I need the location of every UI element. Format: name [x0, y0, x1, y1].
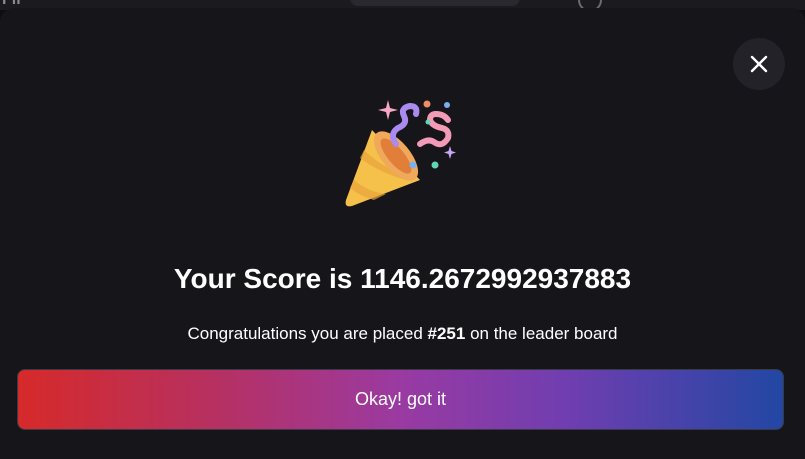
message-prefix: Congratulations you are placed [187, 324, 428, 343]
party-popper-icon [345, 100, 456, 207]
close-icon [750, 55, 768, 73]
close-button[interactable] [733, 38, 785, 90]
rank-value: #251 [427, 324, 466, 343]
score-heading: Your Score is 1146.2672992937883 [173, 263, 632, 294]
placement-message: Congratulations you are placed #251 on t… [0, 324, 805, 344]
page-backdrop: Fil [0, 0, 805, 459]
ok-button-label: Okay! got it [354, 389, 447, 409]
background-search-pill [350, 0, 520, 6]
ok-button[interactable]: Okay! got it [17, 369, 784, 430]
message-suffix: on the leader board [465, 324, 618, 343]
score-dialog: Your Score is 1146.2672992937883 Congrat… [0, 8, 805, 459]
